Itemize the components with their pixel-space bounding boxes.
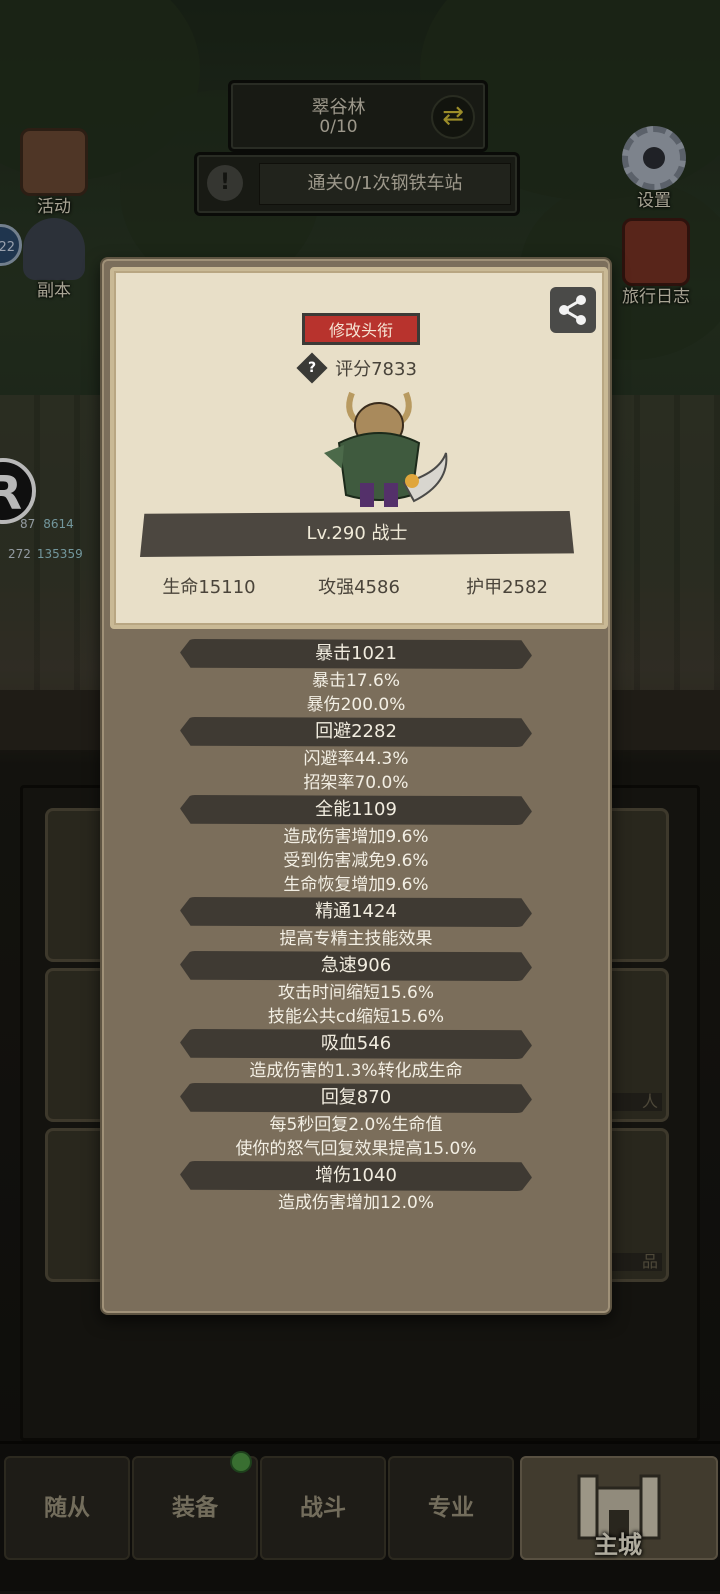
score-row: ? 评分7833 [114,352,604,384]
share-icon[interactable] [550,287,596,333]
stat-header-haste: 急速906 [180,951,532,981]
stat-header-damage-boost: 增伤1040 [180,1161,532,1191]
stat-header-avoidance: 回避2282 [180,717,532,747]
stat-line: 暴击17.6% [311,671,400,691]
secondary-stats-list: 暴击1021 暴击17.6% 暴伤200.0% 回避2282 闪避率44.3% … [102,639,610,1215]
stat-line: 造成伤害增加9.6% [283,827,429,847]
stat-header-versatility: 全能1109 [180,795,532,825]
edit-title-button[interactable]: 修改头衔 [302,313,420,345]
armor-stat: 护甲2582 [466,577,548,598]
stat-line: 受到伤害减免9.6% [283,851,429,871]
stat-line: 提高专精主技能效果 [279,929,433,949]
stat-line: 闪避率44.3% [303,749,409,769]
character-card: 修改头衔 ? 评分7833 Lv.290 战士 生命15110 攻强4586 护甲… [110,267,608,629]
stat-line: 攻击时间缩短15.6% [277,983,434,1003]
stat-line: 每5秒回复2.0%生命值 [269,1115,443,1135]
stat-header-mastery: 精通1424 [180,897,532,927]
stat-line: 技能公共cd缩短15.6% [267,1007,445,1027]
base-stats-row: 生命15110 攻强4586 护甲2582 [114,573,604,599]
attack-stat: 攻强4586 [318,577,400,598]
character-stats-panel: 修改头衔 ? 评分7833 Lv.290 战士 生命15110 攻强4586 护甲… [100,257,612,1315]
stat-line: 使你的怒气回复效果提高15.0% [235,1139,477,1159]
hp-stat: 生命15110 [162,577,256,598]
stat-line: 造成伤害的1.3%转化成生命 [249,1061,463,1081]
warrior-avatar [324,391,448,507]
stat-line: 暴伤200.0% [306,695,406,715]
help-icon[interactable]: ? [296,352,328,384]
score-value: 评分7833 [335,359,417,380]
stat-header-lifesteal: 吸血546 [180,1029,532,1059]
stat-line: 招架率70.0% [303,773,409,793]
stat-header-crit: 暴击1021 [180,639,532,669]
stat-line: 生命恢复增加9.6% [283,875,429,895]
level-class-banner: Lv.290 战士 [140,511,574,557]
stat-header-regen: 回复870 [180,1083,532,1113]
stat-line: 造成伤害增加12.0% [277,1193,434,1213]
